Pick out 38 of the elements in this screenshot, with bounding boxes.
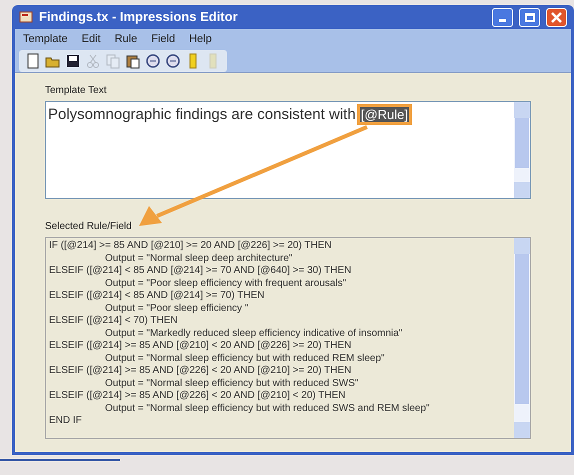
template-text-label: Template Text [45, 84, 108, 98]
menu-item[interactable]: Template [23, 30, 68, 48]
condition-line: ELSEIF ([@214] < 70) THEN [49, 315, 179, 328]
circle-icon[interactable] [145, 52, 161, 68]
close-button[interactable] [546, 8, 567, 26]
window-title: Findings.tx - Impressions Editor [39, 8, 239, 26]
template-text-field[interactable]: Polysomnographic findings are consistent with [@Rule] [45, 101, 531, 199]
condition-line: ELSEIF ([@214] >= 85 AND [@210] < 20 AND [@226] >= 20) THEN [49, 340, 352, 352]
output-line: Output = "Poor sleep efficiency " [104, 302, 250, 315]
menu-item[interactable]: Rule [114, 30, 138, 48]
scrollbar[interactable] [514, 238, 530, 438]
output-line: Output = "Normal sleep deep architecture" [104, 252, 294, 265]
rule-token[interactable]: [@Rule] [360, 107, 410, 122]
circle-icon[interactable] [165, 52, 181, 68]
menu-item[interactable]: Edit [82, 30, 101, 48]
output-line: Output = "Normal sleep efficiency but with reduced SWS" [104, 378, 360, 390]
selected-rule-label: Selected Rule/Field [45, 220, 133, 234]
condition-line: ELSEIF ([@214] >= 85 AND [@226] < 20 AND [@210] < 20) THEN [49, 390, 347, 402]
app-icon [19, 10, 33, 24]
minimize-button[interactable] [492, 8, 513, 26]
maximize-button[interactable] [519, 8, 540, 26]
template-text: Polysomnographic findings are consistent with [48, 106, 357, 123]
output-line: Output = "Normal sleep efficiency but with reduced SWS and REM sleep" [104, 402, 431, 415]
condition-line: IF ([@214] >= 85 AND [@210] >= 20 AND [@226] >= 20) THEN [49, 240, 333, 252]
condition-line: ELSEIF ([@214] >= 85 AND [@226] < 20 AND [@210] >= 20) THEN [49, 365, 352, 378]
output-line: Output = "Normal sleep efficiency but with reduced REM sleep" [104, 352, 386, 365]
output-line: Output = "Markedly reduced sleep efficiency indicative of insomnia" [104, 328, 404, 340]
scrollbar[interactable] [514, 102, 530, 198]
menu-item[interactable]: Help [189, 30, 212, 48]
save-icon[interactable] [65, 52, 81, 68]
condition-line: END IF [49, 415, 83, 428]
condition-line: ELSEIF ([@214] < 85 AND [@214] >= 70) THEN [49, 290, 266, 302]
condition-line: ELSEIF ([@214] < 85 AND [@214] >= 70 AND [@640] >= 30) THEN [49, 265, 352, 278]
menu-item[interactable]: Field [151, 30, 176, 48]
clipboard-icon[interactable] [125, 52, 141, 68]
rule-field[interactable] [45, 237, 531, 439]
new-file-icon[interactable] [25, 52, 41, 68]
output-line: Output = "Poor sleep efficiency with frequent arousals" [104, 278, 348, 290]
